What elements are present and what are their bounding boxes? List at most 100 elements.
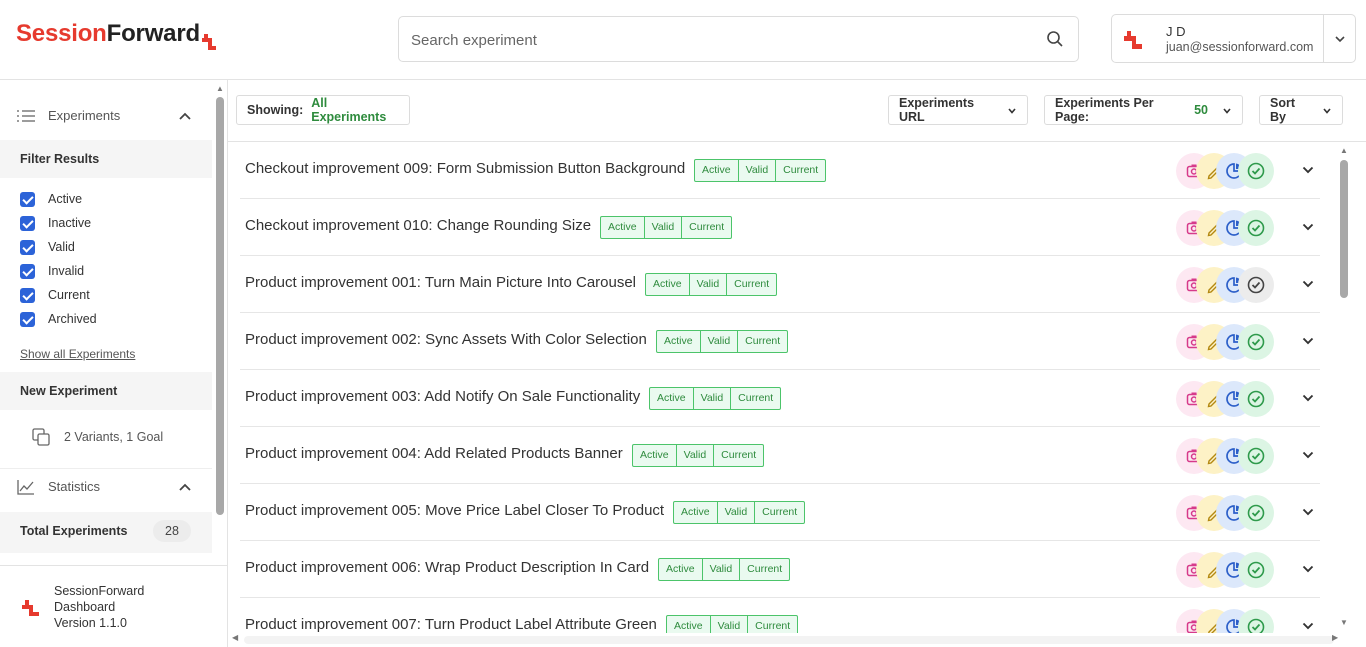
new-experiment-variant-option[interactable]: 2 Variants, 1 Goal — [32, 428, 163, 446]
showing-filter-button[interactable]: Showing: All Experiments — [236, 95, 410, 125]
experiment-action-icons — [1176, 267, 1281, 303]
experiment-status-badges: Active Valid Current — [649, 387, 782, 410]
experiment-row[interactable]: Product improvement 004: Add Related Pro… — [240, 427, 1320, 484]
experiment-row[interactable]: Product improvement 001: Turn Main Pictu… — [240, 256, 1320, 313]
scroll-down-arrow-icon[interactable]: ▼ — [1340, 618, 1348, 627]
status-badge: Active — [674, 502, 718, 523]
experiment-title[interactable]: Product improvement 001: Turn Main Pictu… — [245, 274, 636, 291]
experiment-title[interactable]: Product improvement 005: Move Price Labe… — [245, 502, 664, 519]
status-badge: Current — [747, 563, 783, 575]
horizontal-scrollbar-thumb[interactable] — [244, 636, 1334, 644]
list-scrollbar-thumb[interactable] — [1340, 160, 1348, 298]
checkbox-active[interactable] — [20, 191, 35, 207]
statistics-section-header[interactable]: Statistics — [0, 468, 212, 504]
filter-active[interactable]: Active — [20, 190, 82, 208]
check-circle-icon[interactable] — [1238, 324, 1274, 360]
checkbox-inactive[interactable] — [20, 215, 35, 231]
status-badge: Valid — [701, 331, 739, 352]
status-badge: Active — [633, 445, 677, 466]
check-circle-icon[interactable] — [1238, 381, 1274, 417]
chevron-down-icon[interactable] — [1301, 448, 1315, 462]
experiment-status-badges: Active Valid Current — [694, 159, 827, 182]
experiment-row[interactable]: Product improvement 002: Sync Assets Wit… — [240, 313, 1320, 370]
status-badge: Current — [762, 506, 798, 518]
check-circle-icon[interactable] — [1238, 495, 1274, 531]
filter-inactive[interactable]: Inactive — [20, 214, 91, 232]
status-badge: Valid — [690, 274, 728, 295]
filter-label: Inactive — [48, 216, 92, 230]
scroll-right-arrow-icon[interactable]: ▶ — [1332, 633, 1338, 642]
checkbox-valid[interactable] — [20, 239, 35, 255]
showing-label: Showing: — [247, 103, 304, 117]
experiment-title[interactable]: Product improvement 006: Wrap Product De… — [245, 559, 649, 576]
checkbox-invalid[interactable] — [20, 263, 35, 279]
search-box[interactable] — [398, 16, 1079, 62]
experiment-status-badges: Active Valid Current — [645, 273, 778, 296]
chevron-up-icon[interactable] — [178, 480, 192, 494]
check-circle-icon[interactable] — [1238, 609, 1274, 633]
chevron-down-icon[interactable] — [1301, 220, 1315, 234]
experiment-row[interactable]: Checkout improvement 010: Change Roundin… — [240, 199, 1320, 256]
check-circle-icon[interactable] — [1238, 438, 1274, 474]
chevron-down-icon[interactable] — [1333, 32, 1347, 46]
chevron-down-icon[interactable] — [1301, 334, 1315, 348]
search-icon[interactable] — [1046, 30, 1064, 48]
experiment-row[interactable]: Product improvement 003: Add Notify On S… — [240, 370, 1320, 427]
experiments-section-header[interactable]: Experiments — [0, 98, 212, 134]
scroll-up-arrow-icon[interactable]: ▲ — [216, 84, 224, 93]
total-experiments-count: 28 — [153, 520, 191, 542]
experiment-row[interactable]: Product improvement 005: Move Price Labe… — [240, 484, 1320, 541]
chevron-down-icon[interactable] — [1301, 277, 1315, 291]
experiment-status-badges: Active Valid Current — [658, 558, 791, 581]
experiments-section-label: Experiments — [48, 108, 121, 123]
main-content: Showing: All Experiments Experiments URL… — [228, 80, 1366, 647]
experiment-title[interactable]: Product improvement 004: Add Related Pro… — [245, 445, 623, 462]
search-input[interactable] — [411, 29, 1011, 51]
check-circle-icon[interactable] — [1238, 153, 1274, 189]
brand-name-part1: Session — [16, 20, 107, 47]
sort-by-dropdown[interactable]: Sort By — [1259, 95, 1343, 125]
check-circle-icon[interactable] — [1238, 210, 1274, 246]
experiment-title[interactable]: Checkout improvement 010: Change Roundin… — [245, 217, 591, 234]
check-circle-icon[interactable] — [1238, 552, 1274, 588]
status-badge: Active — [601, 217, 645, 238]
copy-icon — [32, 428, 50, 446]
experiment-title[interactable]: Product improvement 002: Sync Assets Wit… — [245, 331, 647, 348]
experiment-row[interactable]: Product improvement 006: Wrap Product De… — [240, 541, 1320, 598]
experiments-per-page-dropdown[interactable]: Experiments Per Page: 50 — [1044, 95, 1243, 125]
sort-by-label: Sort By — [1270, 96, 1295, 124]
checkbox-current[interactable] — [20, 287, 35, 303]
brand-logo[interactable]: SessionForward — [16, 18, 218, 52]
chevron-down-icon[interactable] — [1301, 163, 1315, 177]
filter-archived[interactable]: Archived — [20, 310, 97, 328]
check-circle-icon[interactable] — [1238, 267, 1274, 303]
chevron-down-icon[interactable] — [1301, 391, 1315, 405]
sidebar-scrollbar-thumb[interactable] — [216, 97, 224, 515]
list-toolbar: Showing: All Experiments Experiments URL… — [228, 80, 1366, 142]
experiment-title[interactable]: Product improvement 003: Add Notify On S… — [245, 388, 640, 405]
filter-invalid[interactable]: Invalid — [20, 262, 84, 280]
status-badge: Current — [738, 392, 774, 404]
new-experiment-header[interactable]: New Experiment — [0, 372, 212, 410]
chevron-down-icon[interactable] — [1301, 619, 1315, 633]
status-badge: Current — [745, 335, 781, 347]
filter-results-header: Filter Results — [0, 140, 212, 178]
experiment-row[interactable]: Product improvement 007: Turn Product La… — [240, 598, 1320, 633]
experiments-url-dropdown[interactable]: Experiments URL — [888, 95, 1028, 125]
experiment-title[interactable]: Checkout improvement 009: Form Submissio… — [245, 160, 685, 177]
list-horizontal-scrollbar[interactable]: ◀ ▶ — [228, 633, 1352, 647]
experiment-row[interactable]: Checkout improvement 009: Form Submissio… — [240, 142, 1320, 199]
chevron-up-icon[interactable] — [178, 109, 192, 123]
user-menu[interactable]: J D juan@sessionforward.com — [1111, 14, 1356, 63]
list-vertical-scrollbar[interactable]: ▲ ▼ — [1336, 142, 1352, 633]
checkbox-archived[interactable] — [20, 311, 35, 327]
scroll-left-arrow-icon[interactable]: ◀ — [232, 633, 238, 642]
experiment-title[interactable]: Product improvement 007: Turn Product La… — [245, 616, 657, 633]
filter-current[interactable]: Current — [20, 286, 90, 304]
scroll-up-arrow-icon[interactable]: ▲ — [1340, 146, 1348, 155]
filter-valid[interactable]: Valid — [20, 238, 75, 256]
chevron-down-icon[interactable] — [1301, 505, 1315, 519]
chevron-down-icon[interactable] — [1301, 562, 1315, 576]
show-all-experiments-link[interactable]: Show all Experiments — [20, 347, 135, 361]
experiment-action-icons — [1176, 381, 1281, 417]
